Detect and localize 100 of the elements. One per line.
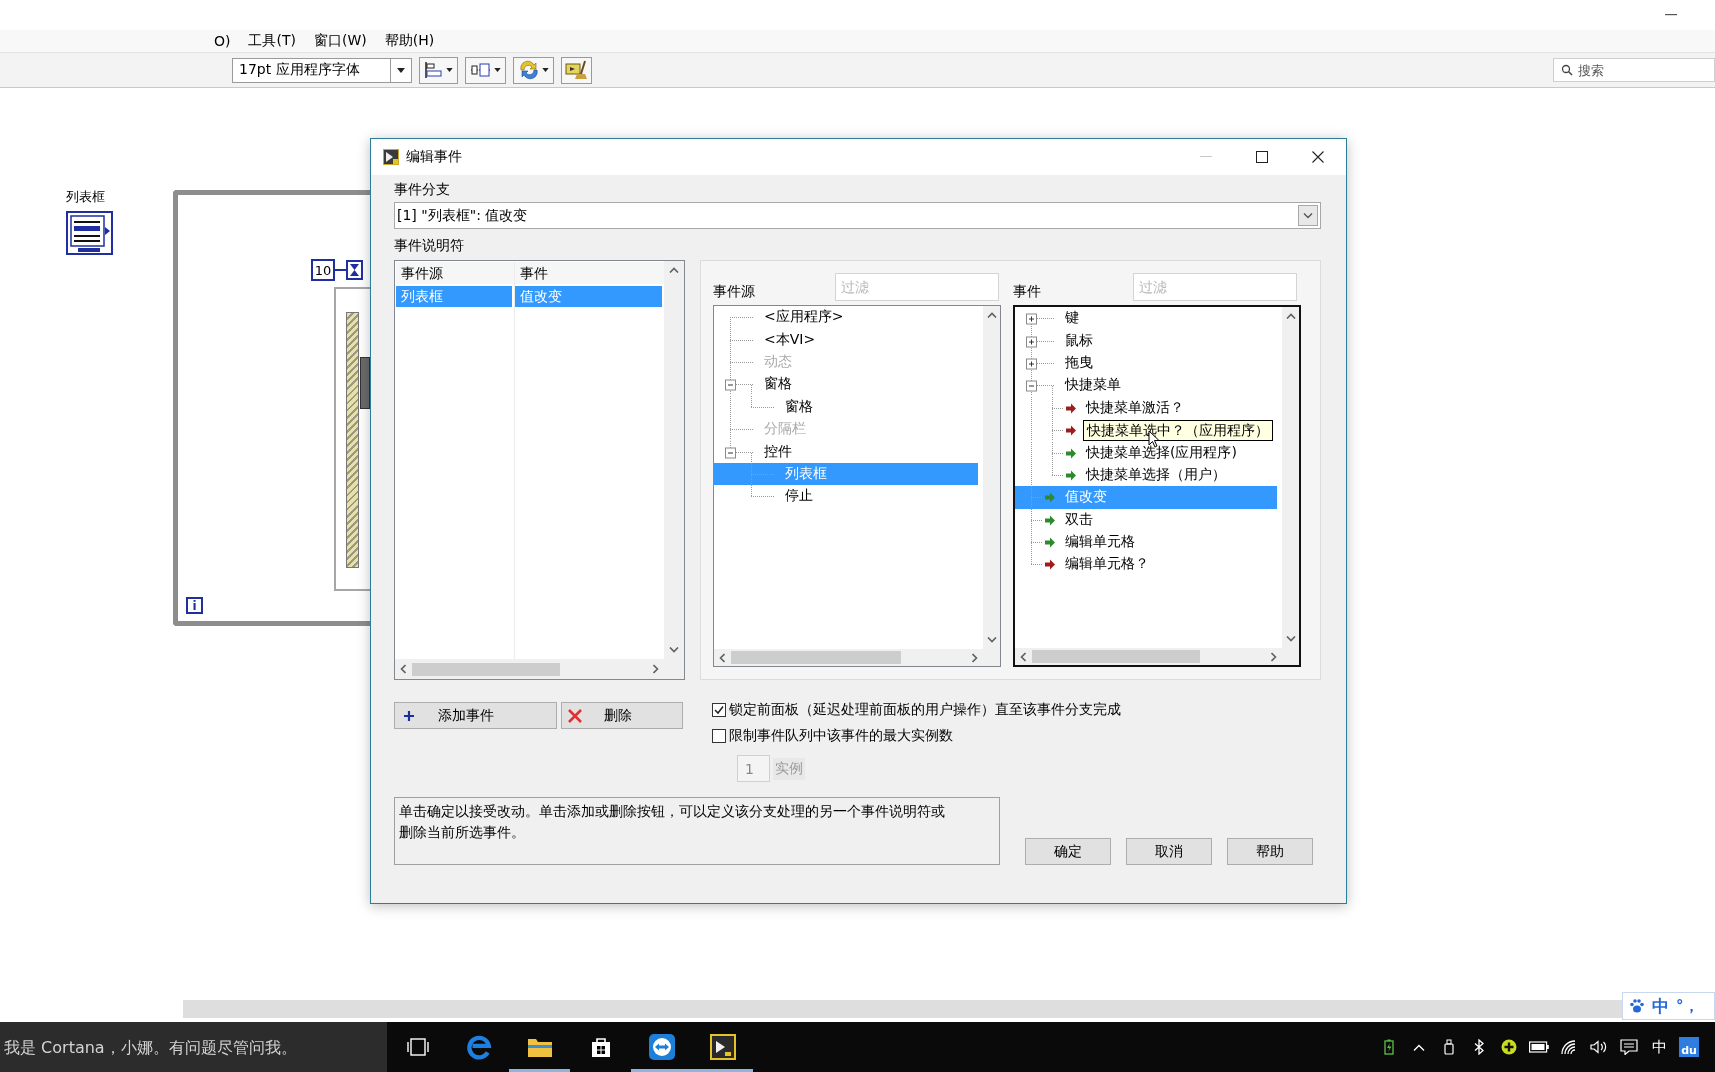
labview-app-icon xyxy=(709,1034,736,1060)
dialog-button[interactable]: 取消 xyxy=(1126,838,1212,865)
tree-connector-drawing xyxy=(729,350,755,373)
event-data-node xyxy=(360,357,370,409)
add-event-button[interactable]: 添加事件 xyxy=(394,702,557,729)
tree-item[interactable]: 停止 xyxy=(714,485,978,508)
align-objects-icon xyxy=(424,61,444,79)
chevron-left-icon[interactable] xyxy=(400,664,406,674)
horizontal-scrollbar[interactable] xyxy=(395,659,664,679)
collapse-icon[interactable] xyxy=(725,447,736,459)
tree-item[interactable]: 编辑单元格 xyxy=(1015,530,1277,554)
event-case-dropdown[interactable]: [1] "列表框": 值改变 xyxy=(394,202,1321,229)
ime-logo[interactable]: du xyxy=(1679,1037,1699,1057)
checkmark-icon xyxy=(714,705,724,715)
search-field[interactable]: 我是 Cortana，小娜。有问题尽管问我。 xyxy=(0,1022,387,1072)
horizontal-scrollbar[interactable] xyxy=(183,1000,1622,1018)
chevron-down-icon[interactable] xyxy=(986,637,997,643)
expand-icon[interactable] xyxy=(1026,313,1037,325)
tree-item[interactable]: <本VI> xyxy=(714,328,978,351)
tree-item[interactable]: 拖曳 xyxy=(1015,351,1277,375)
punctuation-toggle[interactable]: °， xyxy=(1676,996,1699,1016)
filter-field[interactable]: 过滤 xyxy=(835,273,999,301)
checkbox-label: 锁定前面板（延迟处理前面板的用户操作）直至该事件分支完成 xyxy=(729,701,1121,719)
checkbox[interactable] xyxy=(712,729,726,743)
tree-connector-drawing xyxy=(1031,396,1065,419)
tree-connector-drawing xyxy=(1030,351,1056,374)
chevron-right-icon[interactable] xyxy=(972,652,978,663)
dialog-button[interactable]: 确定 xyxy=(1025,838,1111,865)
align-button[interactable] xyxy=(419,56,458,84)
tree-item[interactable]: 快捷菜单 xyxy=(1015,374,1277,397)
expand-icon[interactable] xyxy=(1026,358,1037,370)
delete-button[interactable]: 删除 xyxy=(561,702,683,729)
tree-item[interactable]: 鼠标 xyxy=(1015,329,1277,352)
chevron-left-icon[interactable] xyxy=(719,652,725,663)
vertical-scrollbar[interactable] xyxy=(664,261,684,659)
close-icon[interactable] xyxy=(1312,151,1324,163)
wifi-icon[interactable] xyxy=(1560,1039,1578,1055)
maximize-icon[interactable] xyxy=(1256,151,1268,163)
chevron-down-icon[interactable] xyxy=(1285,636,1296,642)
paw-icon[interactable] xyxy=(1629,998,1645,1014)
battery-charging-icon[interactable] xyxy=(1384,1039,1394,1055)
menu-item[interactable]: 工具(T) xyxy=(248,32,296,50)
notifications-icon[interactable] xyxy=(1620,1039,1638,1055)
usb-drive-icon[interactable] xyxy=(1444,1039,1454,1055)
speaker-icon[interactable] xyxy=(1590,1040,1608,1054)
search-field[interactable]: 搜索 xyxy=(1553,58,1715,82)
tree-item[interactable]: 快捷菜单选择(应用程序) xyxy=(1015,441,1277,464)
tree-item[interactable]: 快捷菜单激活？ xyxy=(1015,396,1277,419)
minimize-icon[interactable] xyxy=(1665,14,1677,16)
tree-item[interactable]: 编辑单元格？ xyxy=(1015,553,1277,576)
edge-browser-icon xyxy=(465,1034,492,1060)
horizontal-scrollbar[interactable] xyxy=(1015,648,1282,665)
reorder-button[interactable] xyxy=(513,56,554,84)
checkbox-label: 限制事件队列中该事件的最大实例数 xyxy=(729,727,953,745)
tree-connector-drawing xyxy=(1031,441,1065,464)
menu-item[interactable]: 窗口(W) xyxy=(313,32,367,50)
tree-item[interactable]: 窗格 xyxy=(714,395,978,418)
field-label: 事件分支 xyxy=(394,180,450,199)
search-icon xyxy=(1561,64,1573,76)
tree-item[interactable]: 快捷菜单选择（用户） xyxy=(1015,463,1277,487)
tree-item[interactable]: 双击 xyxy=(1015,508,1277,531)
checkbox[interactable] xyxy=(712,703,726,717)
plus-circle-icon[interactable] xyxy=(1501,1039,1517,1055)
input-method-indicator[interactable]: 中 xyxy=(1644,1022,1674,1072)
chevron-down-icon[interactable] xyxy=(669,647,679,653)
filter-field[interactable]: 过滤 xyxy=(1133,273,1297,301)
vertical-scrollbar[interactable] xyxy=(1282,307,1299,648)
clean-up-button[interactable] xyxy=(561,56,592,84)
tree-item[interactable]: 键 xyxy=(1015,307,1277,330)
menu-item[interactable]: O) xyxy=(214,33,231,49)
hourglass-icon[interactable] xyxy=(346,260,363,280)
font-dropdown[interactable]: 17pt 应用程序字体 xyxy=(232,57,412,83)
caret-down-icon xyxy=(494,68,501,72)
section-label: 事件说明符 xyxy=(394,236,464,255)
battery-icon[interactable] xyxy=(1529,1041,1549,1053)
expand-icon[interactable] xyxy=(1026,336,1037,348)
chevron-right-icon[interactable] xyxy=(1271,651,1277,662)
dialog-button[interactable]: 帮助 xyxy=(1227,838,1313,865)
distribute-button[interactable] xyxy=(465,56,506,84)
collapse-icon[interactable] xyxy=(1026,380,1037,392)
bluetooth-icon[interactable] xyxy=(1473,1039,1485,1055)
list-label: 事件 xyxy=(1013,282,1041,301)
tree-item[interactable]: 窗格 xyxy=(714,373,978,396)
horizontal-scrollbar[interactable] xyxy=(714,649,983,666)
chevron-left-icon[interactable] xyxy=(1020,651,1026,662)
tree-item[interactable]: <应用程序> xyxy=(714,306,978,329)
field-label: 实例 xyxy=(773,757,805,780)
tree-item[interactable]: 控件 xyxy=(714,440,978,463)
collapse-icon[interactable] xyxy=(725,379,736,391)
numeric-constant[interactable]: 10 xyxy=(311,259,335,281)
scrollbar-thumb[interactable] xyxy=(731,651,901,664)
distribute-objects-icon xyxy=(470,61,492,79)
menu-item[interactable]: 帮助(H) xyxy=(384,32,435,50)
tree-connector-drawing xyxy=(1030,374,1056,397)
scrollbar-thumb[interactable] xyxy=(412,662,560,676)
chevron-right-icon[interactable] xyxy=(653,664,659,674)
scrollbar-thumb[interactable] xyxy=(1032,650,1200,663)
input-mode-toggle[interactable]: 中 xyxy=(1652,994,1669,1018)
vertical-scrollbar[interactable] xyxy=(983,306,1000,649)
listbox-terminal-icon[interactable] xyxy=(66,211,113,255)
